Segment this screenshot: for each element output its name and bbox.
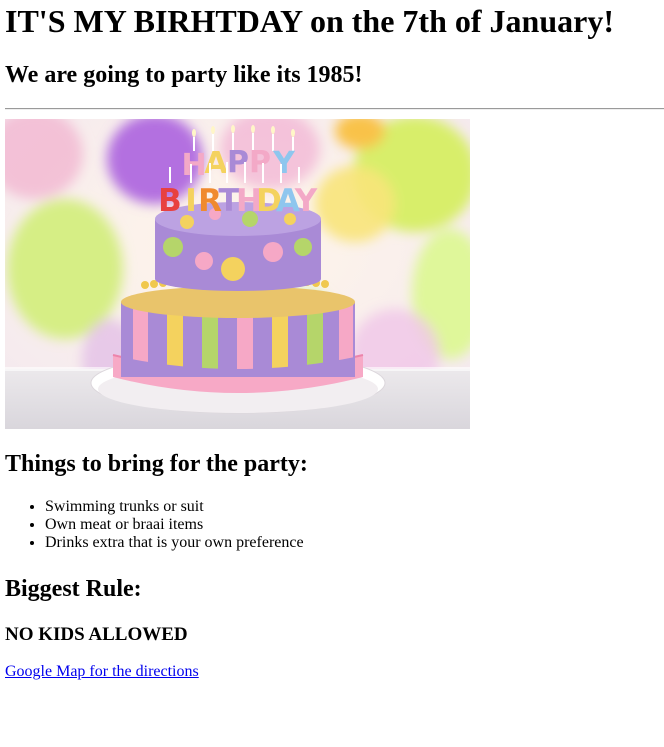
google-map-link[interactable]: Google Map for the directions: [5, 663, 199, 681]
birthday-cake-image: H A P P Y B I R T H D A Y: [5, 119, 470, 429]
svg-text:Y: Y: [272, 146, 296, 181]
divider: [5, 108, 664, 110]
svg-text:H: H: [181, 148, 206, 183]
cake-lower-tier: [121, 286, 355, 377]
list-item: Drinks extra that is your own preference: [45, 534, 664, 552]
list-item: Swimming trunks or suit: [45, 498, 664, 516]
svg-text:P: P: [249, 145, 271, 180]
page-subtitle: We are going to party like its 1985!: [5, 62, 363, 88]
svg-text:Y: Y: [294, 183, 318, 219]
bring-heading: Things to bring for the party:: [5, 451, 308, 477]
svg-text:B: B: [158, 183, 182, 219]
bring-list: Swimming trunks or suit Own meat or braa…: [5, 498, 664, 552]
page: IT'S MY BIRHTDAY on the 7th of January! …: [0, 0, 664, 681]
rule-text: NO KIDS ALLOWED: [5, 624, 188, 645]
list-item: Own meat or braai items: [45, 516, 664, 534]
page-title: IT'S MY BIRHTDAY on the 7th of January!: [5, 3, 614, 39]
rule-heading: Biggest Rule:: [5, 576, 142, 602]
svg-text:A: A: [204, 146, 228, 181]
svg-text:I: I: [185, 183, 197, 219]
